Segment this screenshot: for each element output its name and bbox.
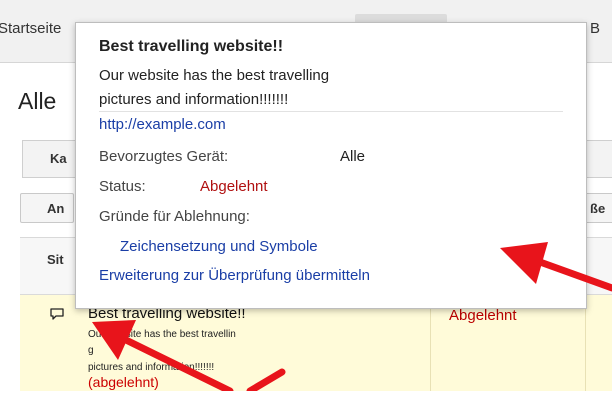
row-ad-description-line: Our website has the best travellin — [88, 329, 236, 340]
popup-divider — [99, 111, 563, 112]
action-button-left-label: An — [47, 201, 65, 216]
row-ad-description-line: g — [88, 345, 94, 356]
popup-description-line: pictures and information!!!!!!! — [99, 91, 289, 108]
nav-right-link[interactable]: B — [590, 20, 600, 37]
popup-rejection-reasons-label: Gründe für Ablehnung: — [99, 208, 250, 225]
row-status-cell[interactable]: Abgelehnt — [449, 307, 517, 324]
popup-rejection-reason-link[interactable]: Zeichensetzung und Symbole — [120, 238, 318, 255]
popup-title: Best travelling website!! — [99, 38, 284, 55]
row-ad-description-line: pictures and information!!!!!!! — [88, 362, 215, 373]
action-button-right-label: ße — [590, 201, 606, 216]
row-status-inline: (abgelehnt) — [88, 374, 159, 390]
popup-url-link[interactable]: http://example.com — [99, 116, 226, 133]
popup-device-label: Bevorzugtes Gerät: — [99, 148, 229, 165]
column-divider — [585, 295, 586, 391]
tab-left[interactable]: Ka — [50, 151, 67, 166]
column-header-site[interactable]: Sit — [47, 252, 64, 267]
ad-details-popup — [75, 22, 587, 309]
popup-status-label: Status: — [99, 178, 146, 195]
popup-device-value: Alle — [340, 148, 366, 165]
popup-status-value: Abgelehnt — [200, 178, 268, 195]
column-divider — [430, 295, 431, 391]
popup-submit-review-link[interactable]: Erweiterung zur Überprüfung übermitteln — [99, 267, 370, 284]
popup-description-line: Our website has the best travelling — [99, 67, 330, 84]
speech-bubble-icon[interactable] — [50, 308, 64, 320]
page-title: Alle — [18, 88, 57, 114]
nav-home-link[interactable]: Startseite — [0, 20, 61, 37]
